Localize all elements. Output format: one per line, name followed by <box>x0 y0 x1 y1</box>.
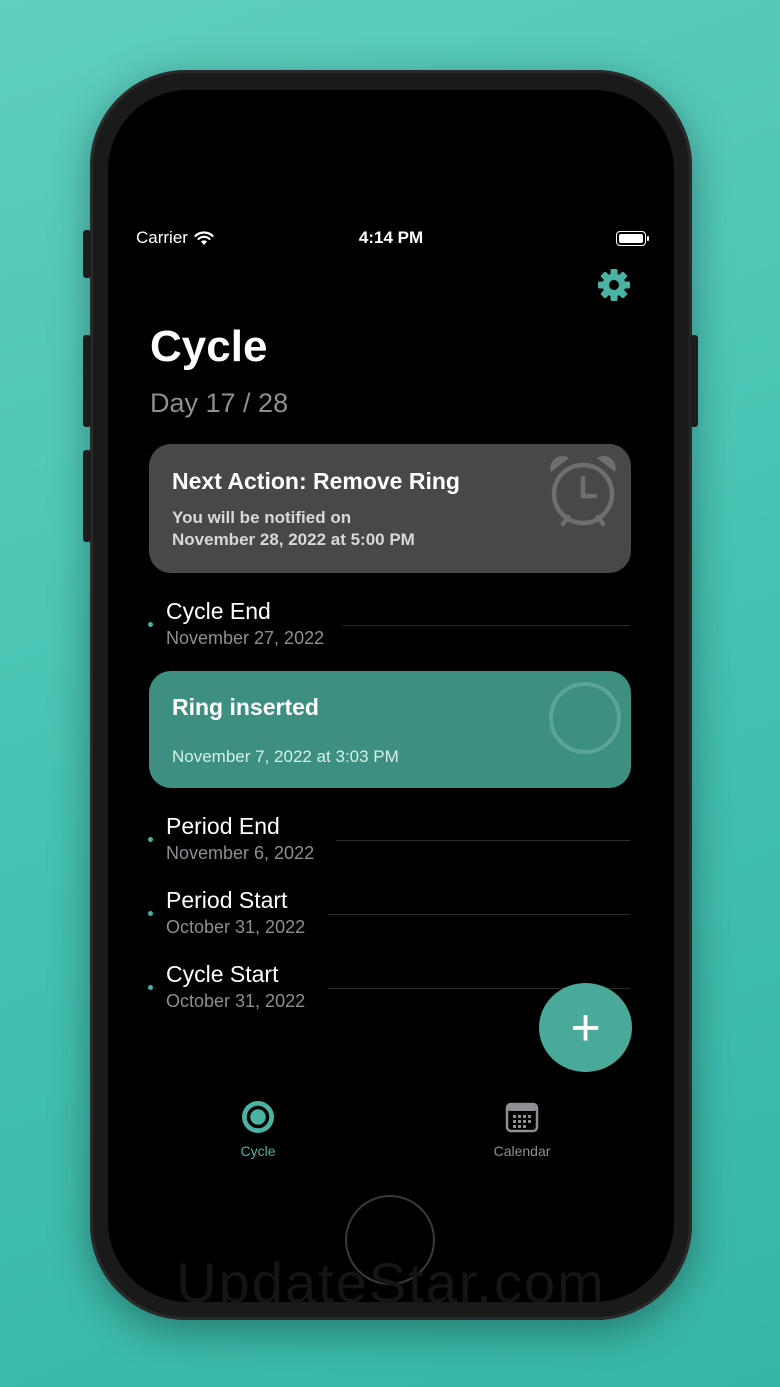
add-event-button[interactable]: + <box>539 983 632 1072</box>
status-bar: Carrier 4:14 PM <box>108 228 674 252</box>
next-action-title: Next Action: Remove Ring <box>172 468 460 494</box>
event-name: Period End <box>166 813 280 839</box>
event-name: Cycle Start <box>166 961 279 987</box>
event-dot <box>148 985 153 990</box>
event-date: October 31, 2022 <box>166 991 306 1011</box>
cycle-day-label: Day 17 / 28 <box>150 388 289 418</box>
plus-icon: + <box>570 998 601 1057</box>
app-screen: Carrier 4:14 PM Cycle Day 17 / 28 Next A… <box>108 90 674 1302</box>
event-date: November 6, 2022 <box>166 843 315 863</box>
ring-card-date: November 7, 2022 at 3:03 PM <box>172 747 399 766</box>
divider <box>343 625 630 626</box>
status-time: 4:14 PM <box>358 228 424 247</box>
list-item-event[interactable]: Cycle End November 27, 2022 <box>148 593 630 649</box>
divider <box>328 914 630 915</box>
event-date: November 27, 2022 <box>166 628 325 648</box>
tab-label: Cycle <box>240 1143 276 1159</box>
power-button <box>690 335 698 427</box>
divider <box>336 840 630 841</box>
list-item-event[interactable]: Period End November 6, 2022 <box>148 808 630 864</box>
ring-icon <box>242 1101 274 1133</box>
tab-bar: Cycle Calendar <box>108 1100 674 1170</box>
battery-icon <box>616 231 649 246</box>
event-dot <box>148 622 153 627</box>
tab-calendar[interactable]: Calendar <box>462 1100 582 1159</box>
event-dot <box>148 837 153 842</box>
next-action-card[interactable]: Next Action: Remove Ring You will be not… <box>149 444 631 573</box>
volume-down-button <box>83 450 91 542</box>
next-action-notify-line: You will be notified on <box>172 508 352 527</box>
volume-up-button <box>83 335 91 427</box>
event-name: Period Start <box>166 887 288 913</box>
calendar-icon <box>505 1102 539 1133</box>
watermark: UpdateStar.com <box>176 1251 606 1302</box>
event-date: October 31, 2022 <box>166 917 306 937</box>
tab-cycle[interactable]: Cycle <box>198 1100 318 1159</box>
event-name: Cycle End <box>166 598 271 624</box>
alarm-clock-icon <box>550 455 616 527</box>
ring-icon <box>549 682 621 754</box>
ring-inserted-card[interactable]: Ring inserted November 7, 2022 at 3:03 P… <box>149 671 631 788</box>
next-action-date: November 28, 2022 at 5:00 PM <box>172 530 415 549</box>
page-title: Cycle <box>150 322 268 371</box>
tab-label: Calendar <box>493 1143 551 1159</box>
list-item-event[interactable]: Period Start October 31, 2022 <box>148 882 630 938</box>
event-dot <box>148 911 153 916</box>
mute-switch <box>83 230 91 278</box>
ring-card-title: Ring inserted <box>172 694 319 720</box>
gear-icon[interactable] <box>597 268 631 302</box>
